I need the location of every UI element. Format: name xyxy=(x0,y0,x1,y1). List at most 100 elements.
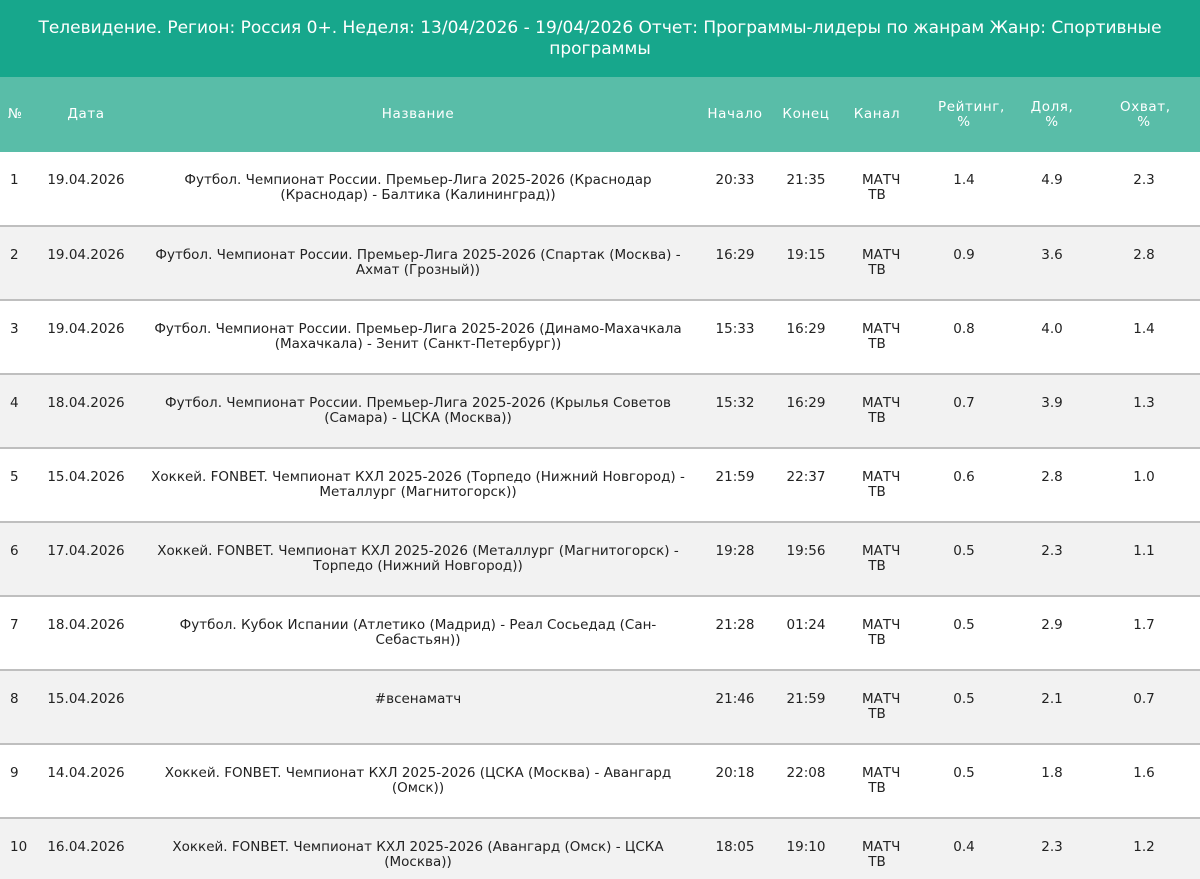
col-header-rating: Рейтинг, % xyxy=(938,98,1005,130)
cell-num: 4 xyxy=(10,395,19,411)
cell-name: Футбол. Чемпионат России. Премьер-Лига 2… xyxy=(155,247,681,278)
cell-channel: МАТЧ ТВ xyxy=(862,839,901,870)
cell-share: 4.9 xyxy=(1041,172,1063,188)
cell-rating: 0.6 xyxy=(953,469,975,485)
cell-name: Футбол. Чемпионат России. Премьер-Лига 2… xyxy=(184,172,652,203)
table-row: 3 19.04.2026 Футбол. Чемпионат России. П… xyxy=(0,300,1200,374)
cell-share: 2.8 xyxy=(1041,469,1063,485)
cell-num: 8 xyxy=(10,691,19,707)
cell-rating: 0.4 xyxy=(953,839,975,855)
cell-date: 18.04.2026 xyxy=(47,617,125,633)
cell-reach: 1.0 xyxy=(1133,469,1155,485)
cell-end: 21:35 xyxy=(786,172,826,188)
table-row: 7 18.04.2026 Футбол. Кубок Испании (Атле… xyxy=(0,596,1200,670)
cell-num: 6 xyxy=(10,543,19,559)
cell-reach: 1.1 xyxy=(1133,543,1155,559)
cell-start: 15:33 xyxy=(715,321,755,337)
cell-reach: 1.3 xyxy=(1133,395,1155,411)
cell-date: 15.04.2026 xyxy=(47,469,125,485)
cell-name: Хоккей. FONBET. Чемпионат КХЛ 2025-2026 … xyxy=(164,765,672,796)
cell-reach: 1.2 xyxy=(1133,839,1155,855)
cell-share: 1.8 xyxy=(1041,765,1063,781)
cell-rating: 0.5 xyxy=(953,691,975,707)
cell-date: 15.04.2026 xyxy=(47,691,125,707)
cell-share: 2.1 xyxy=(1041,691,1063,707)
cell-channel: МАТЧ ТВ xyxy=(862,469,901,500)
cell-rating: 0.7 xyxy=(953,395,975,411)
cell-name: #всенаматч xyxy=(374,691,462,707)
cell-reach: 1.4 xyxy=(1133,321,1155,337)
cell-name: Хоккей. FONBET. Чемпионат КХЛ 2025-2026 … xyxy=(151,469,685,500)
cell-num: 9 xyxy=(10,765,19,781)
cell-start: 20:33 xyxy=(715,172,755,188)
cell-channel: МАТЧ ТВ xyxy=(862,395,901,426)
report-title: Телевидение. Регион: Россия 0+. Неделя: … xyxy=(38,17,1162,59)
header-row: № Дата Название Начало Конец Канал Рейти… xyxy=(0,77,1200,152)
cell-rating: 0.9 xyxy=(953,247,975,263)
cell-share: 2.9 xyxy=(1041,617,1063,633)
table-row: 6 17.04.2026 Хоккей. FONBET. Чемпионат К… xyxy=(0,522,1200,596)
cell-name: Хоккей. FONBET. Чемпионат КХЛ 2025-2026 … xyxy=(172,839,664,870)
cell-start: 19:28 xyxy=(715,543,755,559)
cell-date: 17.04.2026 xyxy=(47,543,125,559)
table-row: 5 15.04.2026 Хоккей. FONBET. Чемпионат К… xyxy=(0,448,1200,522)
cell-date: 19.04.2026 xyxy=(47,321,125,337)
cell-end: 21:59 xyxy=(786,691,826,707)
cell-rating: 0.8 xyxy=(953,321,975,337)
cell-start: 21:46 xyxy=(715,691,755,707)
cell-share: 2.3 xyxy=(1041,839,1063,855)
report-title-bar: Телевидение. Регион: Россия 0+. Неделя: … xyxy=(0,0,1200,77)
col-header-end: Конец xyxy=(782,106,830,122)
cell-end: 16:29 xyxy=(786,321,826,337)
cell-channel: МАТЧ ТВ xyxy=(862,321,901,352)
col-header-num: № xyxy=(8,106,23,122)
cell-share: 3.9 xyxy=(1041,395,1063,411)
cell-start: 16:29 xyxy=(715,247,755,263)
table-row: 1 19.04.2026 Футбол. Чемпионат России. П… xyxy=(0,152,1200,226)
col-header-date: Дата xyxy=(67,106,105,122)
cell-name: Хоккей. FONBET. Чемпионат КХЛ 2025-2026 … xyxy=(157,543,679,574)
cell-rating: 0.5 xyxy=(953,765,975,781)
cell-share: 3.6 xyxy=(1041,247,1063,263)
cell-share: 2.3 xyxy=(1041,543,1063,559)
cell-num: 2 xyxy=(10,247,19,263)
cell-channel: МАТЧ ТВ xyxy=(862,765,901,796)
cell-end: 19:15 xyxy=(786,247,826,263)
cell-start: 21:59 xyxy=(715,469,755,485)
cell-date: 18.04.2026 xyxy=(47,395,125,411)
table-row: 10 16.04.2026 Хоккей. FONBET. Чемпионат … xyxy=(0,818,1200,879)
cell-name: Футбол. Чемпионат России. Премьер-Лига 2… xyxy=(165,395,671,426)
cell-start: 15:32 xyxy=(715,395,755,411)
cell-start: 18:05 xyxy=(715,839,755,855)
cell-date: 14.04.2026 xyxy=(47,765,125,781)
cell-end: 01:24 xyxy=(786,617,826,633)
table-header: № Дата Название Начало Конец Канал Рейти… xyxy=(0,77,1200,152)
cell-start: 20:18 xyxy=(715,765,755,781)
cell-reach: 2.3 xyxy=(1133,172,1155,188)
table-row: 4 18.04.2026 Футбол. Чемпионат России. П… xyxy=(0,374,1200,448)
table-row: 2 19.04.2026 Футбол. Чемпионат России. П… xyxy=(0,226,1200,300)
table-row: 8 15.04.2026 #всенаматч 21:46 21:59 МАТЧ… xyxy=(0,670,1200,744)
cell-end: 16:29 xyxy=(786,395,826,411)
cell-channel: МАТЧ ТВ xyxy=(862,617,901,648)
cell-name: Футбол. Чемпионат России. Премьер-Лига 2… xyxy=(154,321,682,352)
cell-reach: 1.6 xyxy=(1133,765,1155,781)
cell-end: 22:08 xyxy=(786,765,826,781)
cell-num: 1 xyxy=(10,172,19,188)
cell-channel: МАТЧ ТВ xyxy=(862,172,901,203)
report-page: Телевидение. Регион: Россия 0+. Неделя: … xyxy=(0,0,1200,879)
cell-channel: МАТЧ ТВ xyxy=(862,691,901,722)
cell-date: 19.04.2026 xyxy=(47,247,125,263)
col-header-share: Доля, % xyxy=(1030,98,1074,130)
cell-name: Футбол. Кубок Испании (Атлетико (Мадрид)… xyxy=(179,617,657,648)
cell-reach: 1.7 xyxy=(1133,617,1155,633)
cell-rating: 1.4 xyxy=(953,172,975,188)
cell-reach: 0.7 xyxy=(1133,691,1155,707)
table-row: 9 14.04.2026 Хоккей. FONBET. Чемпионат К… xyxy=(0,744,1200,818)
col-header-channel: Канал xyxy=(853,106,901,122)
cell-date: 19.04.2026 xyxy=(47,172,125,188)
cell-rating: 0.5 xyxy=(953,617,975,633)
cell-end: 19:10 xyxy=(786,839,826,855)
cell-rating: 0.5 xyxy=(953,543,975,559)
cell-start: 21:28 xyxy=(715,617,755,633)
